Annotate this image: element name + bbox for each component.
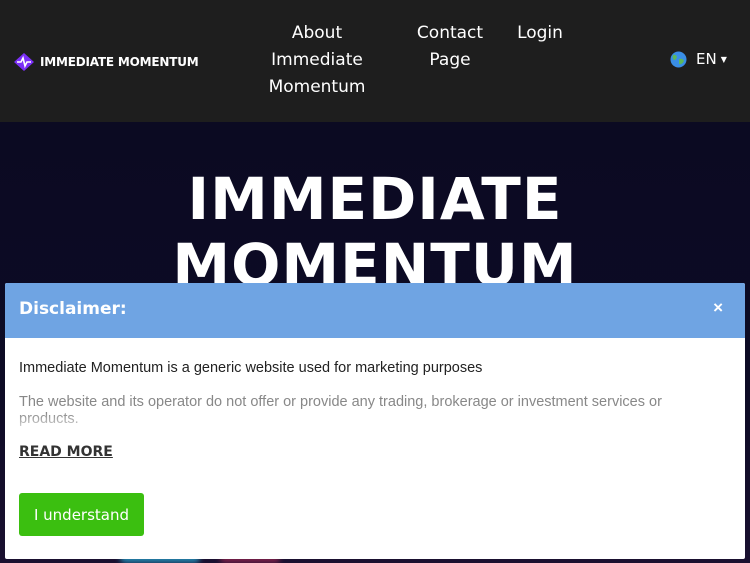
close-icon[interactable]: × xyxy=(713,298,723,318)
read-more-link[interactable]: READ MORE xyxy=(19,444,113,460)
disclaimer-header: Disclaimer: × xyxy=(5,283,745,338)
disclaimer-text-primary: Immediate Momentum is a generic website … xyxy=(19,360,483,376)
hero-title: IMMEDIATE MOMENTUM xyxy=(0,166,750,298)
caret-down-icon: ▼ xyxy=(720,54,727,64)
nav-about[interactable]: About Immediate Momentum xyxy=(258,20,376,101)
logo-text: IMMEDIATE MOMENTUM xyxy=(40,55,199,69)
hero-title-line1: IMMEDIATE xyxy=(187,165,563,233)
disclaimer-modal: Disclaimer: × Immediate Momentum is a ge… xyxy=(5,283,745,559)
globe-icon xyxy=(670,51,687,67)
disclaimer-title: Disclaimer: xyxy=(19,299,127,319)
understand-button[interactable]: I understand xyxy=(19,493,144,536)
language-selector[interactable]: EN ▼ xyxy=(670,50,727,68)
disclaimer-text-secondary: The website and its operator do not offe… xyxy=(19,394,662,427)
language-label: EN xyxy=(696,50,717,68)
site-logo[interactable]: IMMEDIATE MOMENTUM xyxy=(14,53,199,71)
nav-about-line2: Immediate xyxy=(271,50,363,70)
nav-contact-line2: Page xyxy=(429,50,471,70)
nav-about-line3: Momentum xyxy=(268,77,366,97)
nav-contact[interactable]: Contact Page xyxy=(410,20,490,74)
site-header: IMMEDIATE MOMENTUM About Immediate Momen… xyxy=(0,0,750,122)
nav-about-line1: About xyxy=(291,23,343,43)
nav-contact-line1: Contact xyxy=(416,23,484,43)
logo-icon xyxy=(14,53,34,71)
nav-login[interactable]: Login xyxy=(510,20,570,47)
